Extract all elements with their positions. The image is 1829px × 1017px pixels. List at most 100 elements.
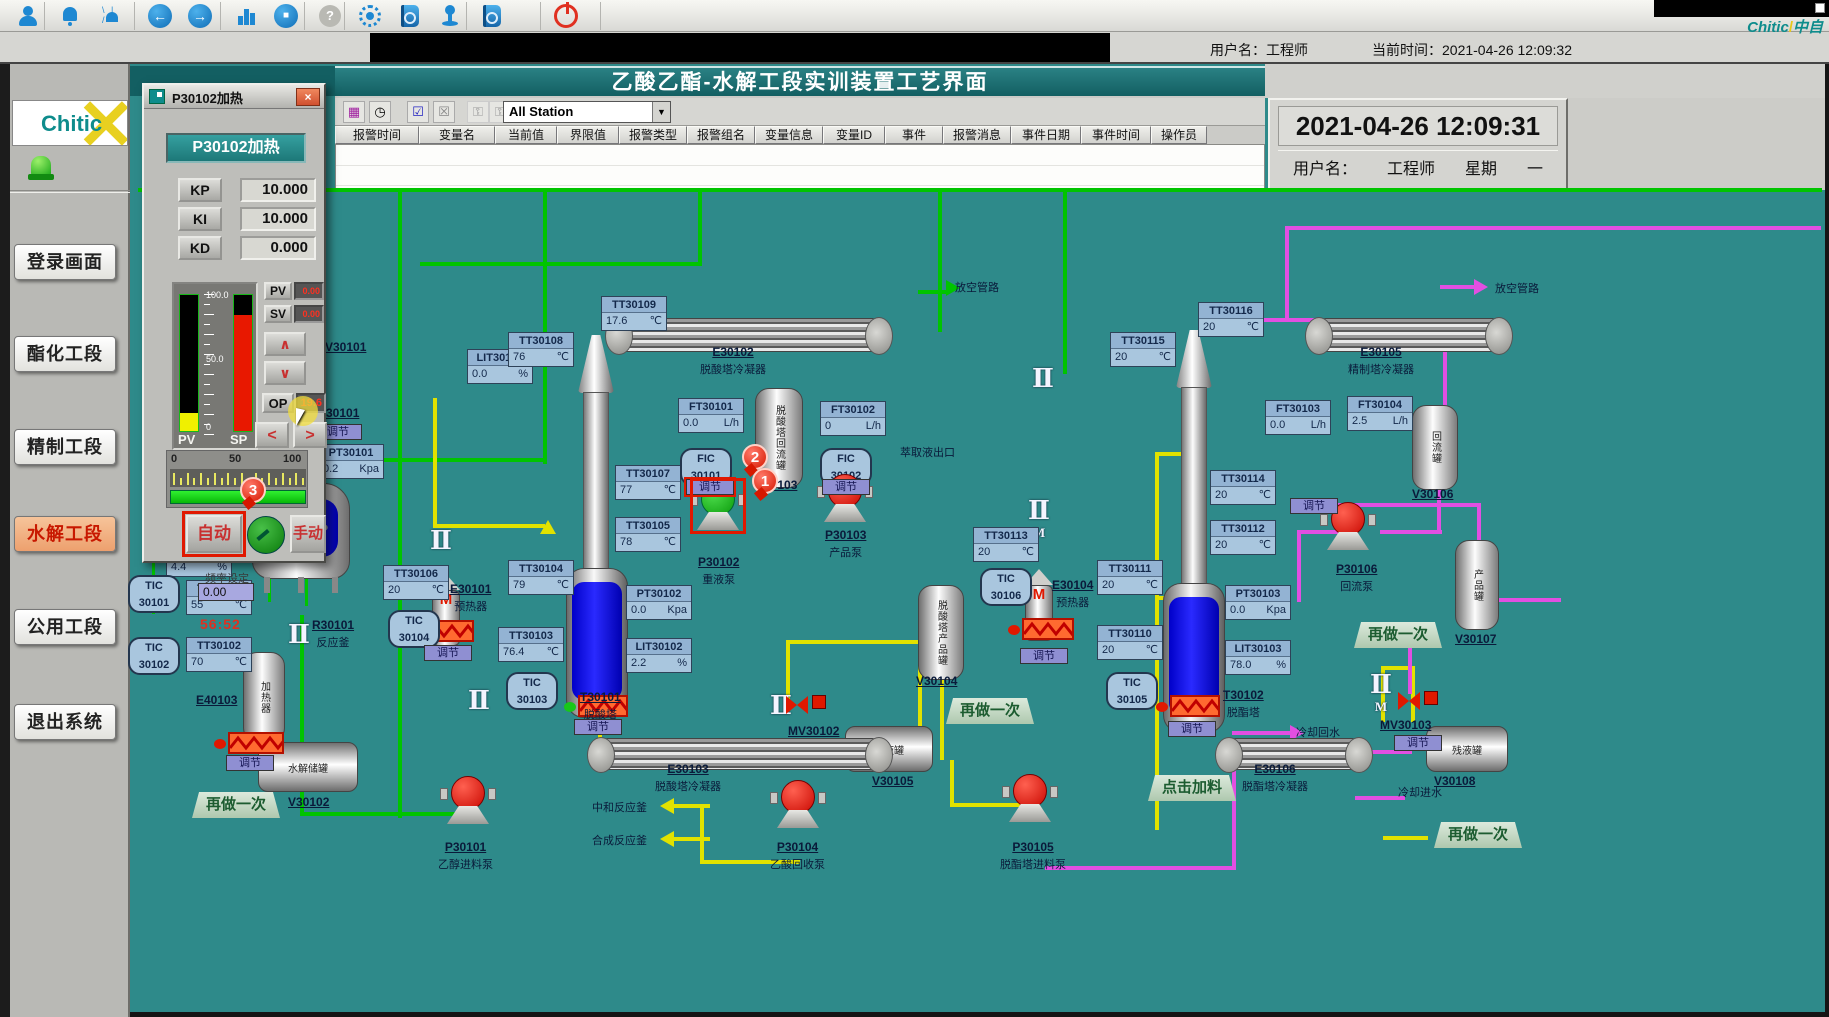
sp-bargraph xyxy=(233,294,253,432)
dialog-titlebar[interactable]: P30102加热 × xyxy=(144,85,324,109)
alarm-column-5[interactable]: 报警组名 xyxy=(687,126,755,144)
sidebar-item-6[interactable]: 退出系统 xyxy=(14,704,116,740)
alarm-table-body[interactable] xyxy=(335,144,1265,190)
dialog-title: P30102加热 xyxy=(172,88,243,107)
cross-filter-icon[interactable]: ☒ xyxy=(433,101,455,123)
kp-button[interactable]: KP xyxy=(178,178,222,202)
help-icon[interactable]: ? xyxy=(312,2,348,30)
bar-chart-icon[interactable] xyxy=(228,2,264,30)
lock-icon[interactable]: ⚿ xyxy=(467,101,489,123)
main-toolbar: \ | / ←→ ■? xyxy=(0,0,1829,32)
bar-sp-label: SP xyxy=(230,432,247,447)
sidebar-item-2[interactable]: 酯化工段 xyxy=(14,336,116,372)
scale-tick xyxy=(204,344,210,345)
alarm-column-4[interactable]: 报警类型 xyxy=(619,126,687,144)
sv-label-button: SV xyxy=(264,305,292,323)
log-book-icon[interactable] xyxy=(474,2,510,30)
bell-icon[interactable] xyxy=(52,2,88,30)
alarm-column-3[interactable]: 界限值 xyxy=(557,126,619,144)
sidebar-item-3[interactable]: 精制工段 xyxy=(14,429,116,465)
sidebar-item-5[interactable]: 公用工段 xyxy=(14,609,116,645)
sidebar-item-1[interactable]: 登录画面 xyxy=(14,244,116,280)
slider-fill[interactable] xyxy=(170,490,306,504)
siren-icon[interactable]: \ | / xyxy=(94,2,130,30)
toolbar-separator xyxy=(304,2,305,30)
scale-label: 100.0 xyxy=(206,290,229,300)
clock-icon[interactable]: ◷ xyxy=(369,101,391,123)
stop-icon[interactable]: ■ xyxy=(268,2,304,30)
station-select[interactable]: All Station ▼ xyxy=(503,101,671,123)
alarm-grid-icon[interactable]: ▦ xyxy=(343,101,365,123)
scale-tick xyxy=(204,434,214,435)
manual-button[interactable]: 手动 xyxy=(290,515,326,553)
scale-tick xyxy=(204,394,214,395)
datetime-display: 2021-04-26 12:09:31 xyxy=(1278,106,1558,146)
page-title: 乙酸乙酯-水解工段实训装置工艺界面 xyxy=(335,66,1265,96)
mode-knob[interactable] xyxy=(247,516,285,554)
alarm-column-7[interactable]: 变量ID xyxy=(823,126,885,144)
step-left-button[interactable]: < xyxy=(255,422,289,448)
sidebar-divider xyxy=(10,190,130,193)
slider-tick xyxy=(200,473,202,485)
alarm-column-1[interactable]: 变量名 xyxy=(419,126,495,144)
alarm-column-10[interactable]: 事件日期 xyxy=(1011,126,1081,144)
status-bar: 用户名：工程师 当前时间：2021-04-26 12:09:32 xyxy=(0,32,1829,64)
output-slider[interactable]: 0 50 100 xyxy=(166,450,308,508)
scale-tick xyxy=(204,314,214,315)
alarm-column-8[interactable]: 事件 xyxy=(885,126,943,144)
alarm-column-6[interactable]: 变量信息 xyxy=(755,126,823,144)
pv-value[interactable]: 0.00 xyxy=(294,282,324,300)
slider-tick xyxy=(173,473,175,485)
alarm-column-12[interactable]: 操作员 xyxy=(1151,126,1207,144)
kp-value[interactable]: 10.000 xyxy=(240,178,316,202)
auto-button[interactable]: 自动 xyxy=(186,515,242,553)
scale-tick xyxy=(204,334,214,335)
toolbar-separator xyxy=(134,2,135,30)
decrease-button[interactable]: ∨ xyxy=(264,361,306,385)
increase-button[interactable]: ∧ xyxy=(264,332,306,356)
scale-label: 50.0 xyxy=(206,354,224,364)
scale-tick xyxy=(204,414,214,415)
pv-bargraph xyxy=(179,294,199,432)
slider-tick xyxy=(180,478,182,485)
report-book-icon[interactable] xyxy=(392,2,428,30)
slider-tick xyxy=(214,473,216,485)
bar-pv-label: PV xyxy=(178,432,195,447)
combo-dropdown-icon[interactable]: ▼ xyxy=(652,102,670,122)
user-icon[interactable] xyxy=(10,2,46,30)
kd-button[interactable]: KD xyxy=(178,236,222,260)
scale-tick xyxy=(204,374,214,375)
status-time: 当前时间：2021-04-26 12:09:32 xyxy=(1372,40,1572,60)
network-gear-icon[interactable] xyxy=(352,2,388,30)
forward-icon[interactable]: → xyxy=(182,2,218,30)
ki-button[interactable]: KI xyxy=(178,207,222,231)
alarm-column-9[interactable]: 报警消息 xyxy=(943,126,1011,144)
person-pin-icon[interactable] xyxy=(432,2,468,30)
alarm-panel: ▦ ◷ ☑ ☒ ⚿ ⚿ All Station ▼ 报警时间变量名当前值界限值报… xyxy=(335,96,1265,190)
slider-tick xyxy=(234,478,236,485)
slider-tick xyxy=(289,478,291,485)
sv-value[interactable]: 0.00 xyxy=(294,305,324,323)
slider-tick xyxy=(193,478,195,485)
scale-tick xyxy=(204,324,210,325)
check-filter-icon[interactable]: ☑ xyxy=(407,101,429,123)
alarm-column-0[interactable]: 报警时间 xyxy=(335,126,419,144)
sidebar-item-4[interactable]: 水解工段 xyxy=(14,516,116,552)
alarm-toolbar: ▦ ◷ ☑ ☒ ⚿ ⚿ All Station ▼ xyxy=(335,98,1265,126)
ki-value[interactable]: 10.000 xyxy=(240,207,316,231)
alarm-column-11[interactable]: 事件时间 xyxy=(1081,126,1151,144)
close-icon[interactable]: × xyxy=(296,88,320,106)
status-led-icon xyxy=(28,156,54,182)
scale-tick xyxy=(204,304,210,305)
week-value: 一 xyxy=(1527,155,1543,179)
alarm-column-2[interactable]: 当前值 xyxy=(495,126,557,144)
tutorial-marker-3: 3 xyxy=(240,477,266,503)
toolbar-separator xyxy=(540,2,541,30)
kd-value[interactable]: 0.000 xyxy=(240,236,316,260)
top-right-filler2 xyxy=(1568,98,1829,190)
power-icon[interactable] xyxy=(548,2,584,30)
brand-logo: Chitic/中自 xyxy=(1747,16,1823,37)
scale-tick xyxy=(204,364,210,365)
back-icon[interactable]: ← xyxy=(142,2,178,30)
bar-scale: 100.050.00 xyxy=(204,290,230,438)
